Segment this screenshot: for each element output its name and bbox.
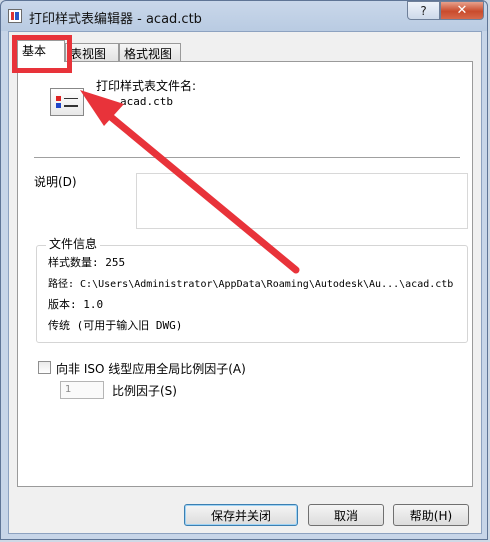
- scale-factor-label: 比例因子(S): [112, 384, 177, 398]
- separator: [34, 157, 460, 159]
- apply-scale-checkbox[interactable]: [38, 361, 51, 374]
- apply-scale-label: 向非 ISO 线型应用全局比例因子(A): [56, 362, 246, 376]
- help-button[interactable]: 帮助(H): [393, 504, 469, 526]
- close-caption-button[interactable]: ✕: [440, 1, 484, 20]
- description-textarea[interactable]: [136, 173, 468, 229]
- tab-general[interactable]: 基本: [17, 40, 65, 62]
- window-title: 打印样式表编辑器 - acad.ctb: [29, 12, 202, 27]
- title-bar[interactable]: 打印样式表编辑器 - acad.ctb ? ✕: [1, 1, 487, 31]
- filename-value: acad.ctb: [120, 95, 173, 108]
- style-editor-window: 打印样式表编辑器 - acad.ctb ? ✕ 打印样式表文件名: acad.c…: [0, 0, 488, 540]
- legacy-info: 传统 (可用于输入旧 DWG): [48, 319, 183, 332]
- file-info-group-title: 文件信息: [46, 235, 101, 252]
- plot-style-app-icon: [8, 9, 22, 23]
- style-count: 样式数量: 255: [48, 256, 126, 269]
- description-label: 说明(D): [34, 175, 77, 189]
- tab-format-view[interactable]: 格式视图: [119, 43, 181, 61]
- dialog-client: 打印样式表文件名: acad.ctb 说明(D) 文件信息 样式数量: 255 …: [8, 31, 482, 534]
- cancel-button[interactable]: 取消: [308, 504, 384, 526]
- help-caption-button[interactable]: ?: [407, 1, 440, 20]
- version-info: 版本: 1.0: [48, 298, 104, 311]
- tab-panel-general: 打印样式表文件名: acad.ctb 说明(D) 文件信息 样式数量: 255 …: [17, 61, 473, 487]
- file-path: 路径: C:\Users\Administrator\AppData\Roami…: [48, 279, 454, 290]
- scale-factor-input[interactable]: 1: [60, 381, 104, 399]
- plot-style-file-icon: [50, 88, 84, 116]
- tab-table-view[interactable]: 表视图: [65, 43, 119, 61]
- save-close-button[interactable]: 保存并关闭: [184, 504, 298, 526]
- filename-label: 打印样式表文件名:: [96, 79, 197, 93]
